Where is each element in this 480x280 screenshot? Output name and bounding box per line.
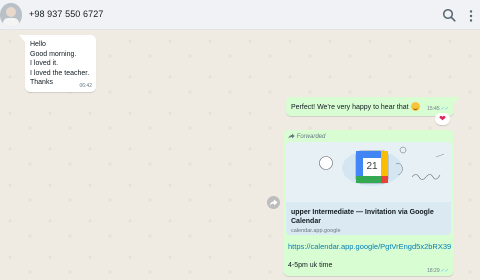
bubble-tail <box>454 97 460 104</box>
message-text: 4-5pm uk time <box>288 262 333 269</box>
message-text: Perfect! We're very happy to hear that <box>291 102 420 111</box>
calendar-preview-image: 21 <box>286 142 451 202</box>
forwarded-message[interactable]: Forwarded 21 upper Intermediate — Invita… <box>283 130 454 276</box>
forward-arrow-icon <box>288 133 295 139</box>
forward-button[interactable] <box>267 196 280 209</box>
read-receipt-icon: ✓✓ <box>440 106 449 112</box>
preview-domain: calendar.app.google <box>291 228 341 234</box>
contact-avatar[interactable] <box>0 3 22 27</box>
calendar-link[interactable]: https://calendar.app.google/PgtVrEngd5x2… <box>288 242 451 251</box>
chat-header: +98 937 550 6727 <box>0 0 480 30</box>
forwarded-label: Forwarded <box>288 133 325 140</box>
message-time: 15:45✓✓ <box>427 106 449 112</box>
outgoing-message[interactable]: Perfect! We're very happy to hear that 1… <box>286 97 454 116</box>
preview-title: upper Intermediate — Invitation via Goog… <box>291 209 434 225</box>
link-preview[interactable]: 21 upper Intermediate — Invitation via G… <box>286 142 451 235</box>
chat-area: Hello Good morning. I loved it. I loved … <box>0 31 480 280</box>
message-time: 18:29✓✓ <box>427 268 449 274</box>
read-receipt-icon: ✓✓ <box>440 268 449 274</box>
incoming-message[interactable]: Hello Good morning. I loved it. I loved … <box>25 35 96 92</box>
message-time: 06:42 <box>79 83 92 89</box>
search-icon[interactable] <box>442 8 456 22</box>
message-text: Hello Good morning. I loved it. I loved … <box>30 41 90 87</box>
forward-icon <box>269 199 278 206</box>
menu-icon[interactable] <box>467 9 475 23</box>
smile-emoji-icon <box>410 102 420 111</box>
heart-reaction[interactable]: ❤ <box>435 113 450 125</box>
contact-name[interactable]: +98 937 550 6727 <box>29 9 103 19</box>
calendar-day: 21 <box>366 161 378 172</box>
